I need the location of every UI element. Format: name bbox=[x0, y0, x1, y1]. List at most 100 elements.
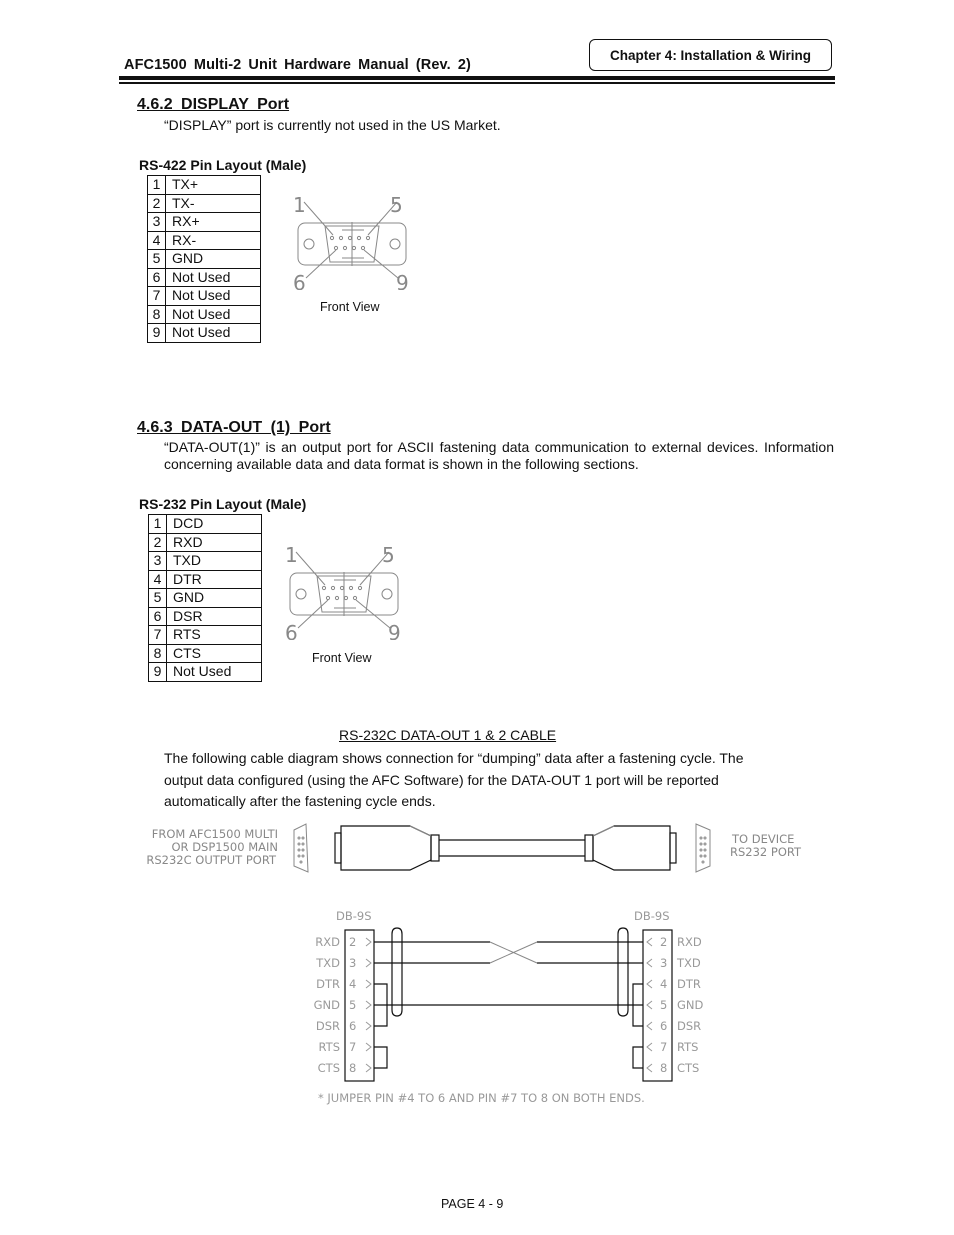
front-view-caption: Front View bbox=[320, 300, 380, 314]
left-pin-number: 8 bbox=[349, 1061, 356, 1075]
pin-row: 6 Not Used bbox=[147, 267, 261, 287]
pin-label-1: 1 bbox=[285, 543, 298, 567]
pin-row: 2 RXD bbox=[148, 532, 262, 552]
pin-label-9: 9 bbox=[388, 621, 401, 640]
left-signal-label: TXD bbox=[315, 956, 340, 970]
section-heading-data-out-port: 4.6.3 DATA-OUT (1) Port bbox=[137, 419, 331, 436]
section-heading-display-port: 4.6.2 DISPLAY Port bbox=[137, 96, 290, 113]
pin-row: 1 TX+ bbox=[147, 175, 261, 195]
from-label-line: OR DSP1500 MAIN bbox=[172, 840, 279, 854]
left-connector-label: DB-9S bbox=[336, 909, 372, 923]
pin-row: 9 Not Used bbox=[148, 662, 262, 682]
left-pin-number: 5 bbox=[349, 998, 356, 1012]
pin-number: 5 bbox=[148, 588, 167, 608]
left-pin-number: 4 bbox=[349, 977, 356, 991]
wires bbox=[374, 927, 643, 1069]
pin-row: 6 DSR bbox=[148, 606, 262, 626]
pin-signal: Not Used bbox=[166, 662, 262, 682]
mount-hole-right bbox=[389, 238, 401, 250]
pin-signal: RTS bbox=[166, 625, 262, 645]
mount-hole-right bbox=[381, 588, 393, 600]
cable-description-line: output data configured (using the AFC So… bbox=[164, 771, 719, 788]
right-pin-contact bbox=[646, 958, 653, 968]
pin-signal: TX+ bbox=[165, 175, 261, 195]
shield-left bbox=[391, 927, 403, 1017]
jumper-note: * JUMPER PIN #4 TO 6 AND PIN #7 TO 8 ON … bbox=[318, 1091, 645, 1105]
left-signal-label: DSR bbox=[316, 1019, 340, 1033]
right-port-connector bbox=[695, 823, 711, 873]
left-pin-number: 2 bbox=[349, 935, 356, 949]
pin-signal: RX- bbox=[165, 230, 261, 250]
db9-connector-front-view-rs232: 1 5 6 9 bbox=[285, 543, 401, 640]
pin-number: 7 bbox=[148, 625, 167, 645]
left-pin-number: 7 bbox=[349, 1040, 356, 1054]
pin-number: 9 bbox=[148, 662, 167, 682]
mount-hole-left bbox=[295, 588, 307, 600]
pin-row: 8 Not Used bbox=[147, 304, 261, 324]
left-signal-label: DTR bbox=[316, 977, 340, 991]
right-signal-label: GND bbox=[677, 998, 704, 1012]
cable-illustration: FROM AFC1500 MULTI OR DSP1500 MAIN RS232… bbox=[146, 823, 802, 873]
right-pin-contact bbox=[646, 1021, 653, 1031]
rs422-layout-label: RS-422 Pin Layout (Male) bbox=[139, 157, 307, 173]
page-number: PAGE 4 - 9 bbox=[441, 1197, 504, 1211]
crossover bbox=[489, 941, 538, 964]
pin-row: 3 RX+ bbox=[147, 212, 261, 232]
pin-signal: RXD bbox=[166, 532, 262, 552]
rs422-pin-table: 1 TX+ 2 TX- 3 RX+ 4 RX- 5 GND 6 Not Used 7 Not Used 8 N… bbox=[147, 175, 261, 343]
right-pin-number: 4 bbox=[660, 977, 667, 991]
left-signal-label: GND bbox=[314, 998, 341, 1012]
from-label-line: FROM AFC1500 MULTI bbox=[152, 827, 278, 841]
pin-signal: CTS bbox=[166, 643, 262, 663]
cable-description-line: The following cable diagram shows connec… bbox=[164, 750, 744, 766]
cable-title: RS-232C DATA-OUT 1 & 2 CABLE bbox=[339, 727, 557, 743]
display-port-description: “DISPLAY” port is currently not used in … bbox=[164, 117, 501, 133]
pin-row: 7 Not Used bbox=[147, 286, 261, 306]
pin-label-1: 1 bbox=[293, 193, 306, 217]
pin-label-5: 5 bbox=[382, 543, 395, 567]
pin-label-6: 6 bbox=[293, 271, 306, 290]
left-pin-contact bbox=[365, 979, 372, 989]
pin-number: 3 bbox=[148, 551, 167, 571]
pin-signal: TX- bbox=[165, 193, 261, 213]
pin-number: 8 bbox=[147, 304, 166, 324]
pin-number: 7 bbox=[147, 286, 166, 306]
pin-number: 1 bbox=[148, 514, 167, 534]
data-out-description: “DATA-OUT(1)” is an output port for ASCI… bbox=[164, 439, 834, 472]
pin-row: 1 DCD bbox=[148, 514, 262, 534]
pin-number: 2 bbox=[147, 193, 166, 213]
left-pin-contact bbox=[365, 958, 372, 968]
right-signal-label: RXD bbox=[677, 935, 702, 949]
pin-row: 5 GND bbox=[148, 588, 262, 608]
right-pin-contact bbox=[646, 1042, 653, 1052]
shield-right bbox=[617, 927, 629, 1017]
front-view-caption: Front View bbox=[312, 651, 372, 665]
pin-signal: RX+ bbox=[165, 212, 261, 232]
right-pin-contact bbox=[646, 937, 653, 947]
cable-body bbox=[334, 825, 677, 871]
right-connector-label: DB-9S bbox=[634, 909, 670, 923]
pin-number: 4 bbox=[147, 230, 166, 250]
pin-signal: GND bbox=[165, 249, 261, 269]
pin-signal: Not Used bbox=[165, 323, 261, 343]
right-pin-number: 5 bbox=[660, 998, 667, 1012]
jumper-7-8-right bbox=[632, 1046, 643, 1069]
right-signal-label: CTS bbox=[677, 1061, 699, 1075]
right-pin-number: 6 bbox=[660, 1019, 667, 1033]
db9-connector-front-view-rs422: 1 5 6 9 bbox=[293, 193, 409, 290]
left-signal-label: RXD bbox=[315, 935, 340, 949]
pin-signal: Not Used bbox=[165, 267, 261, 287]
pin-holes bbox=[321, 585, 363, 601]
pin-signal: Not Used bbox=[165, 286, 261, 306]
header-rule-thin bbox=[119, 82, 835, 84]
right-pin-number: 3 bbox=[660, 956, 667, 970]
right-pin-number: 7 bbox=[660, 1040, 667, 1054]
pin-signal: DSR bbox=[166, 606, 262, 626]
cable-description: The following cable diagram shows connec… bbox=[164, 748, 744, 813]
pin-number: 8 bbox=[148, 643, 167, 663]
right-signal-label: TXD bbox=[676, 956, 701, 970]
right-signal-label: DTR bbox=[677, 977, 701, 991]
right-pin-number: 8 bbox=[660, 1061, 667, 1075]
pin-number: 9 bbox=[147, 323, 166, 343]
right-signal-label: DSR bbox=[677, 1019, 701, 1033]
